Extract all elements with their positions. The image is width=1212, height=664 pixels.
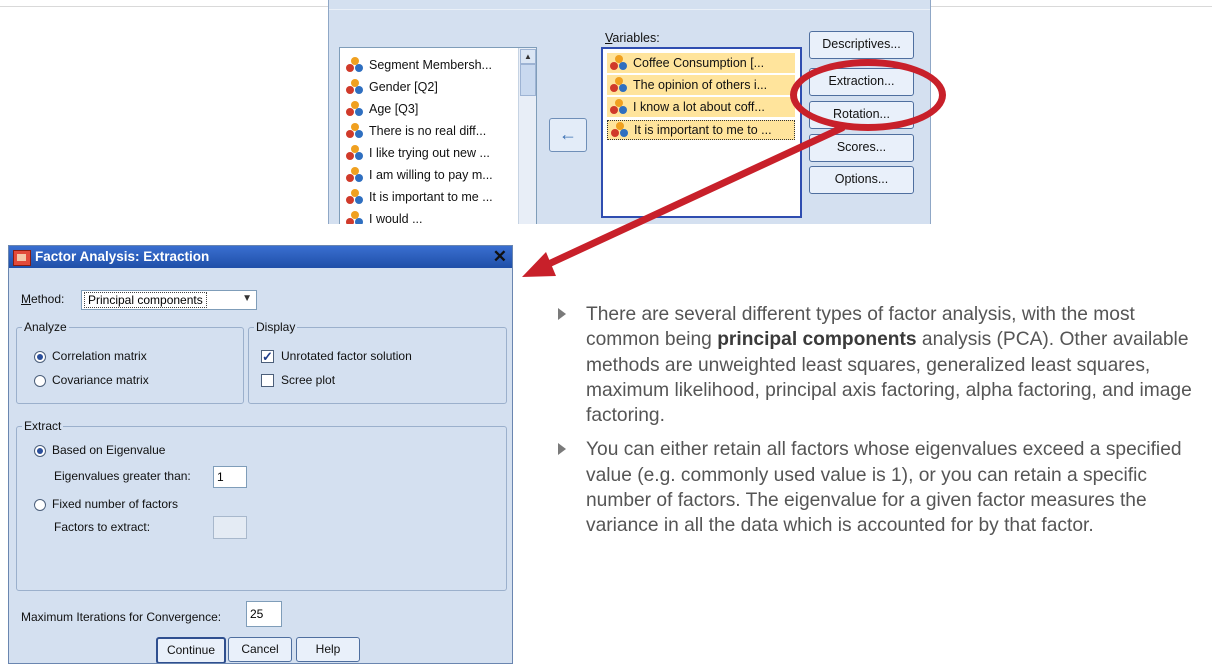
eigenvalue-radio[interactable] [34, 445, 46, 457]
dialog-titlebar: Factor Analysis: Extraction ✕ [9, 246, 512, 268]
nominal-variable-icon [346, 57, 364, 73]
variable-label: Segment Membersh... [369, 58, 492, 72]
descriptives-button[interactable]: Descriptives... [809, 31, 914, 59]
analyze-group-title: Analyze [22, 320, 69, 334]
list-item[interactable]: I know a lot about coff... [607, 97, 795, 117]
fixed-factors-radio[interactable] [34, 499, 46, 511]
variable-label: It is important to me to ... [634, 123, 772, 137]
nominal-variable-icon [346, 79, 364, 95]
nominal-variable-icon [346, 189, 364, 205]
list-item[interactable]: Gender [Q2] [346, 76, 438, 98]
extract-group-title: Extract [22, 419, 64, 433]
selected-variables-list[interactable]: Coffee Consumption [... The opinion of o… [601, 47, 802, 218]
scroll-up-icon[interactable]: ▲ [520, 49, 536, 64]
continue-button[interactable]: Continue [156, 637, 226, 663]
chevron-down-icon[interactable]: ▼ [242, 293, 252, 304]
eigenvalue-input[interactable]: 1 [213, 466, 247, 488]
list-item[interactable]: The opinion of others i... [607, 75, 795, 95]
variable-label: Age [Q3] [369, 102, 419, 116]
explanation-text: There are several different types of fac… [556, 302, 1206, 539]
nominal-variable-icon [346, 101, 364, 117]
correlation-matrix-label: Correlation matrix [52, 349, 147, 363]
list-item[interactable]: It is important to me ... [346, 186, 493, 208]
display-group-title: Display [254, 320, 298, 334]
unrotated-solution-label: Unrotated factor solution [281, 349, 412, 363]
help-button[interactable]: Help [296, 637, 360, 662]
left-arrow-icon: ← [559, 124, 577, 144]
list-item[interactable]: Age [Q3] [346, 98, 418, 120]
nominal-variable-icon [346, 211, 364, 224]
eigen-greater-label: Eigenvalues greater than: [54, 469, 191, 483]
move-variable-button[interactable]: ← [549, 118, 587, 152]
variable-label: I know a lot about coff... [633, 100, 765, 114]
covariance-matrix-label: Covariance matrix [52, 373, 149, 387]
dialog-title: Factor Analysis: Extraction [35, 249, 210, 264]
nominal-variable-icon [346, 123, 364, 139]
method-value: Principal components [84, 292, 207, 308]
method-select[interactable]: Principal components ▼ [81, 290, 257, 310]
variable-label: There is no real diff... [369, 124, 487, 138]
max-iterations-label: Maximum Iterations for Convergence: [21, 610, 222, 624]
list-item[interactable]: It is important to me to ... [607, 120, 795, 140]
covariance-matrix-radio[interactable] [34, 375, 46, 387]
bullet-eigenvalues: You can either retain all factors whose … [556, 437, 1206, 538]
bullet-text: You can either retain all factors whose … [586, 439, 1182, 537]
variable-label: Gender [Q2] [369, 80, 438, 94]
analyze-group: Analyze Correlation matrix Covariance ma… [16, 320, 244, 404]
fixed-factors-label: Fixed number of factors [52, 497, 179, 511]
list-item[interactable]: I like trying out new ... [346, 142, 490, 164]
bullet-methods: There are several different types of fac… [556, 302, 1206, 428]
highlight-oval [790, 59, 946, 131]
bullet-emphasis: principal components [717, 329, 917, 351]
cancel-button[interactable]: Cancel [228, 637, 292, 662]
list-item[interactable]: I would ... [346, 208, 423, 224]
extraction-dialog: Factor Analysis: Extraction ✕ Method: Pr… [8, 245, 513, 664]
variable-label: It is important to me ... [369, 190, 493, 204]
nominal-variable-icon [610, 99, 628, 115]
source-variable-list[interactable]: Segment Membersh... Gender [Q2] Age [Q3]… [339, 47, 537, 224]
options-button[interactable]: Options... [809, 166, 914, 194]
nominal-variable-icon [611, 122, 629, 138]
factors-to-extract-label: Factors to extract: [54, 520, 151, 534]
variables-label: Variables: [605, 31, 660, 45]
nominal-variable-icon [610, 55, 628, 71]
close-icon[interactable]: ✕ [493, 247, 507, 267]
scroll-thumb[interactable] [520, 64, 536, 96]
factors-to-extract-input[interactable] [213, 516, 247, 539]
correlation-matrix-radio[interactable] [34, 351, 46, 363]
variable-label: Coffee Consumption [... [633, 56, 765, 70]
variable-label: I am willing to pay m... [369, 168, 493, 182]
unrotated-solution-checkbox[interactable]: ✓ [261, 350, 274, 363]
list-item[interactable]: I am willing to pay m... [346, 164, 493, 186]
method-label: Method: [21, 292, 65, 306]
extract-group: Extract Based on Eigenvalue Eigenvalues … [16, 419, 507, 591]
scree-plot-checkbox[interactable] [261, 374, 274, 387]
eigenvalue-label: Based on Eigenvalue [52, 443, 166, 457]
nominal-variable-icon [610, 77, 628, 93]
triangle-bullet-icon [558, 443, 566, 456]
triangle-bullet-icon [558, 308, 566, 320]
scree-plot-label: Scree plot [281, 373, 336, 387]
max-iterations-input[interactable]: 25 [246, 601, 282, 627]
variable-label: I would ... [369, 212, 423, 224]
dialog-top-edge [329, 0, 930, 10]
display-group: Display ✓ Unrotated factor solution Scre… [248, 320, 507, 404]
nominal-variable-icon [346, 167, 364, 183]
variable-label: I like trying out new ... [369, 146, 490, 160]
variable-label: The opinion of others i... [633, 78, 768, 92]
list-item[interactable]: Coffee Consumption [... [607, 53, 795, 73]
list-item[interactable]: There is no real diff... [346, 120, 486, 142]
list-item[interactable]: Segment Membersh... [346, 54, 492, 76]
nominal-variable-icon [346, 145, 364, 161]
scores-button[interactable]: Scores... [809, 134, 914, 162]
spss-app-icon [13, 250, 31, 266]
list-scrollbar[interactable]: ▲ [518, 48, 536, 224]
